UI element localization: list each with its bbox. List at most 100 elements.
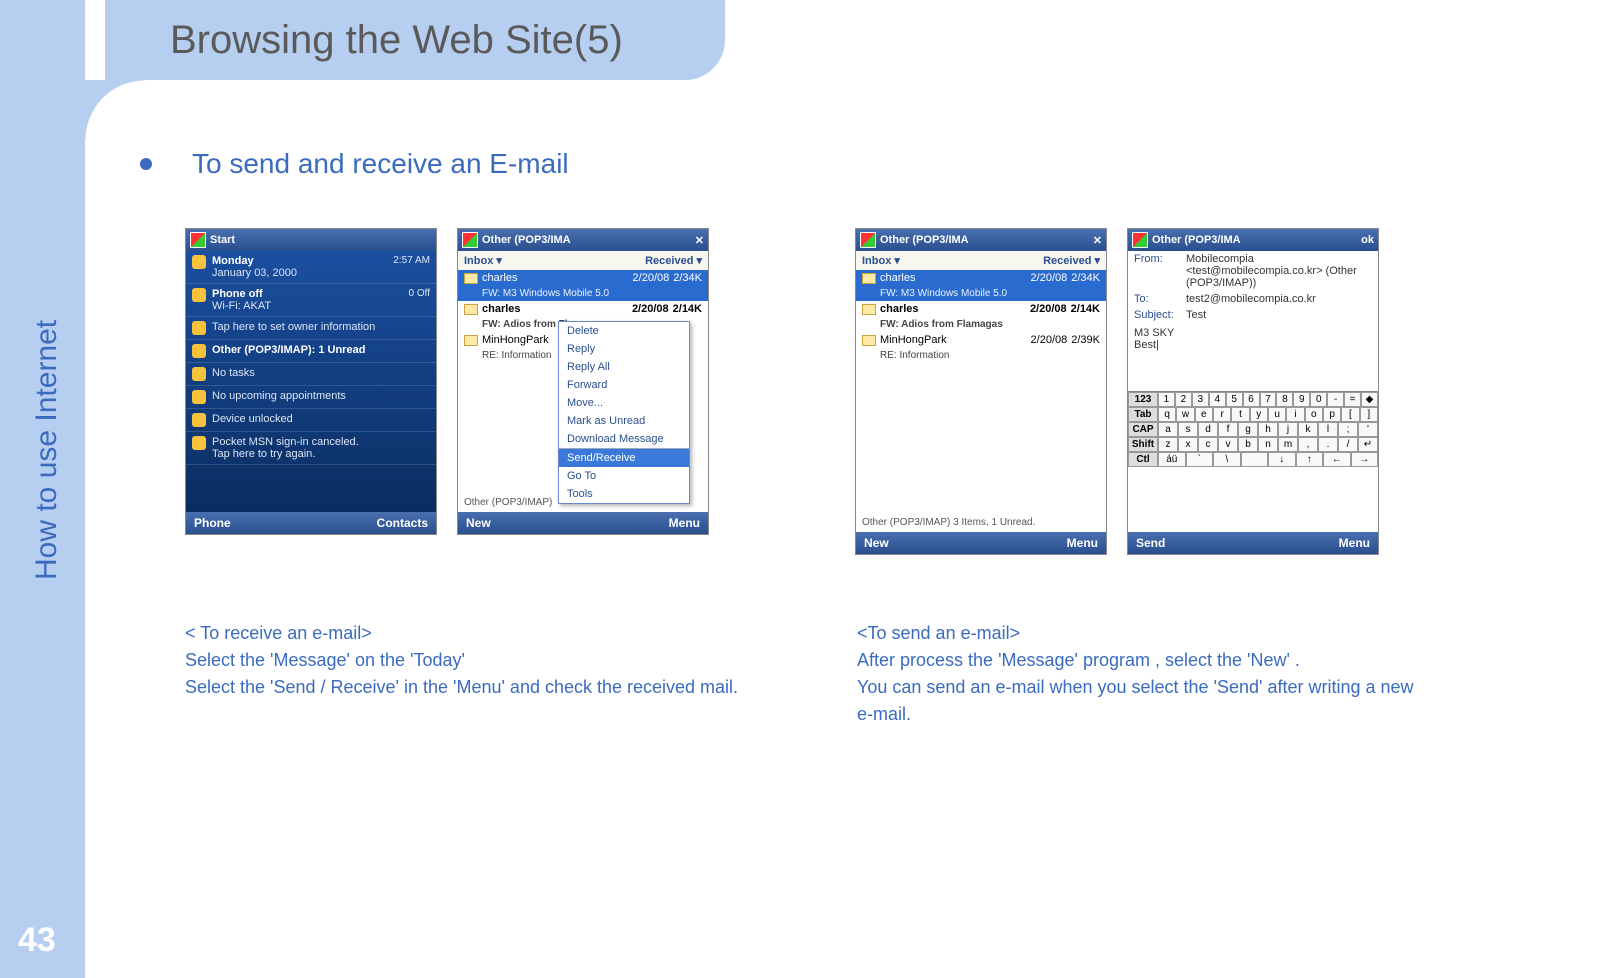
key[interactable]: 0 bbox=[1310, 392, 1327, 407]
key[interactable]: = bbox=[1344, 392, 1361, 407]
key[interactable]: Tab bbox=[1128, 407, 1158, 422]
key[interactable]: b bbox=[1238, 437, 1258, 452]
menu-download[interactable]: Download Message bbox=[559, 430, 689, 448]
key[interactable]: p bbox=[1323, 407, 1341, 422]
key[interactable]: t bbox=[1231, 407, 1249, 422]
key[interactable]: k bbox=[1298, 422, 1318, 437]
key[interactable]: f bbox=[1218, 422, 1238, 437]
key[interactable]: ' bbox=[1358, 422, 1378, 437]
key[interactable]: q bbox=[1158, 407, 1176, 422]
sort-dropdown[interactable]: Received ▾ bbox=[1043, 254, 1100, 267]
key[interactable]: m bbox=[1278, 437, 1298, 452]
key[interactable]: ↓ bbox=[1268, 452, 1296, 467]
close-icon[interactable]: ✕ bbox=[1093, 234, 1102, 247]
key[interactable]: w bbox=[1176, 407, 1194, 422]
sort-dropdown[interactable]: Received ▾ bbox=[645, 254, 702, 267]
menu-move[interactable]: Move... bbox=[559, 394, 689, 412]
key[interactable]: l bbox=[1318, 422, 1338, 437]
today-row[interactable]: No tasks bbox=[186, 363, 436, 386]
key[interactable]: , bbox=[1298, 437, 1318, 452]
from-value[interactable]: Mobilecompia <test@mobilecompia.co.kr> (… bbox=[1186, 253, 1372, 289]
subject-value[interactable]: Test bbox=[1186, 309, 1206, 321]
key[interactable]: ◆ bbox=[1361, 392, 1378, 407]
menu-reply[interactable]: Reply bbox=[559, 340, 689, 358]
today-row[interactable]: Phone offWi-Fi: AKAT0 Off bbox=[186, 284, 436, 317]
key[interactable]: 3 bbox=[1192, 392, 1209, 407]
key[interactable]: d bbox=[1198, 422, 1218, 437]
key[interactable]: / bbox=[1338, 437, 1358, 452]
key[interactable]: 7 bbox=[1260, 392, 1277, 407]
key[interactable]: 6 bbox=[1243, 392, 1260, 407]
compose-body-text[interactable]: M3 SKY Best| bbox=[1128, 323, 1378, 391]
key[interactable]: i bbox=[1286, 407, 1304, 422]
key[interactable]: c bbox=[1198, 437, 1218, 452]
menu-tools[interactable]: Tools bbox=[559, 485, 689, 503]
today-row[interactable]: Tap here to set owner information bbox=[186, 317, 436, 340]
softkey-contacts[interactable]: Contacts bbox=[377, 516, 428, 530]
key[interactable]: 9 bbox=[1293, 392, 1310, 407]
key[interactable]: u bbox=[1268, 407, 1286, 422]
key[interactable]: 1 bbox=[1158, 392, 1175, 407]
key[interactable]: n bbox=[1258, 437, 1278, 452]
key[interactable]: ` bbox=[1186, 452, 1214, 467]
menu-reply-all[interactable]: Reply All bbox=[559, 358, 689, 376]
softkey-menu[interactable]: Menu bbox=[1067, 536, 1098, 550]
key[interactable]: z bbox=[1158, 437, 1178, 452]
key[interactable]: y bbox=[1250, 407, 1268, 422]
mail-row[interactable]: charles2/20/082/34KFW: M3 Windows Mobile… bbox=[856, 270, 1106, 301]
softkey-new[interactable]: New bbox=[864, 536, 889, 550]
key[interactable]: áü bbox=[1158, 452, 1186, 467]
key[interactable]: ↑ bbox=[1296, 452, 1324, 467]
key[interactable]: CAP bbox=[1128, 422, 1158, 437]
softkey-send[interactable]: Send bbox=[1136, 536, 1165, 550]
key[interactable]: ; bbox=[1338, 422, 1358, 437]
onscreen-keyboard[interactable]: 1231234567890-=◆ Tabqwertyuiop[] CAPasdf… bbox=[1128, 391, 1378, 467]
key[interactable]: o bbox=[1305, 407, 1323, 422]
menu-goto[interactable]: Go To bbox=[559, 467, 689, 485]
softkey-new[interactable]: New bbox=[466, 516, 491, 530]
key[interactable] bbox=[1241, 452, 1269, 467]
menu-delete[interactable]: Delete bbox=[559, 322, 689, 340]
key[interactable]: x bbox=[1178, 437, 1198, 452]
mail-row[interactable]: charles2/20/082/34KFW: M3 Windows Mobile… bbox=[458, 270, 708, 301]
key[interactable]: [ bbox=[1341, 407, 1359, 422]
key[interactable]: 123 bbox=[1128, 392, 1158, 407]
key[interactable]: ↵ bbox=[1358, 437, 1378, 452]
key[interactable]: \ bbox=[1213, 452, 1241, 467]
key[interactable]: → bbox=[1351, 452, 1379, 467]
key[interactable]: ] bbox=[1360, 407, 1378, 422]
mail-row[interactable]: charles2/20/082/14KFW: Adios from Flamag… bbox=[856, 301, 1106, 332]
softkey-phone[interactable]: Phone bbox=[194, 516, 231, 530]
key[interactable]: e bbox=[1195, 407, 1213, 422]
key[interactable]: r bbox=[1213, 407, 1231, 422]
key[interactable]: 4 bbox=[1209, 392, 1226, 407]
inbox-dropdown[interactable]: Inbox ▾ bbox=[862, 254, 900, 267]
key[interactable]: j bbox=[1278, 422, 1298, 437]
key[interactable]: a bbox=[1158, 422, 1178, 437]
key[interactable]: v bbox=[1218, 437, 1238, 452]
today-row[interactable]: Device unlocked bbox=[186, 409, 436, 432]
menu-forward[interactable]: Forward bbox=[559, 376, 689, 394]
ok-button[interactable]: ok bbox=[1361, 234, 1374, 246]
key[interactable]: 5 bbox=[1226, 392, 1243, 407]
key[interactable]: Shift bbox=[1128, 437, 1158, 452]
today-row[interactable]: No upcoming appointments bbox=[186, 386, 436, 409]
softkey-menu[interactable]: Menu bbox=[1339, 536, 1370, 550]
key[interactable]: ← bbox=[1323, 452, 1351, 467]
key[interactable]: g bbox=[1238, 422, 1258, 437]
mail-row[interactable]: MinHongPark2/20/082/39KRE: Information bbox=[856, 332, 1106, 363]
today-row[interactable]: Other (POP3/IMAP): 1 Unread bbox=[186, 340, 436, 363]
key[interactable]: - bbox=[1327, 392, 1344, 407]
key[interactable]: h bbox=[1258, 422, 1278, 437]
menu-mark-unread[interactable]: Mark as Unread bbox=[559, 412, 689, 430]
inbox-dropdown[interactable]: Inbox ▾ bbox=[464, 254, 502, 267]
to-value[interactable]: test2@mobilecompia.co.kr bbox=[1186, 293, 1316, 305]
softkey-menu[interactable]: Menu bbox=[669, 516, 700, 530]
key[interactable]: s bbox=[1178, 422, 1198, 437]
key[interactable]: . bbox=[1318, 437, 1338, 452]
menu-send-receive[interactable]: Send/Receive bbox=[559, 448, 689, 467]
key[interactable]: 8 bbox=[1276, 392, 1293, 407]
today-date[interactable]: Monday January 03, 2000 2:57 AM bbox=[186, 251, 436, 284]
key[interactable]: Ctl bbox=[1128, 452, 1158, 467]
key[interactable]: 2 bbox=[1175, 392, 1192, 407]
